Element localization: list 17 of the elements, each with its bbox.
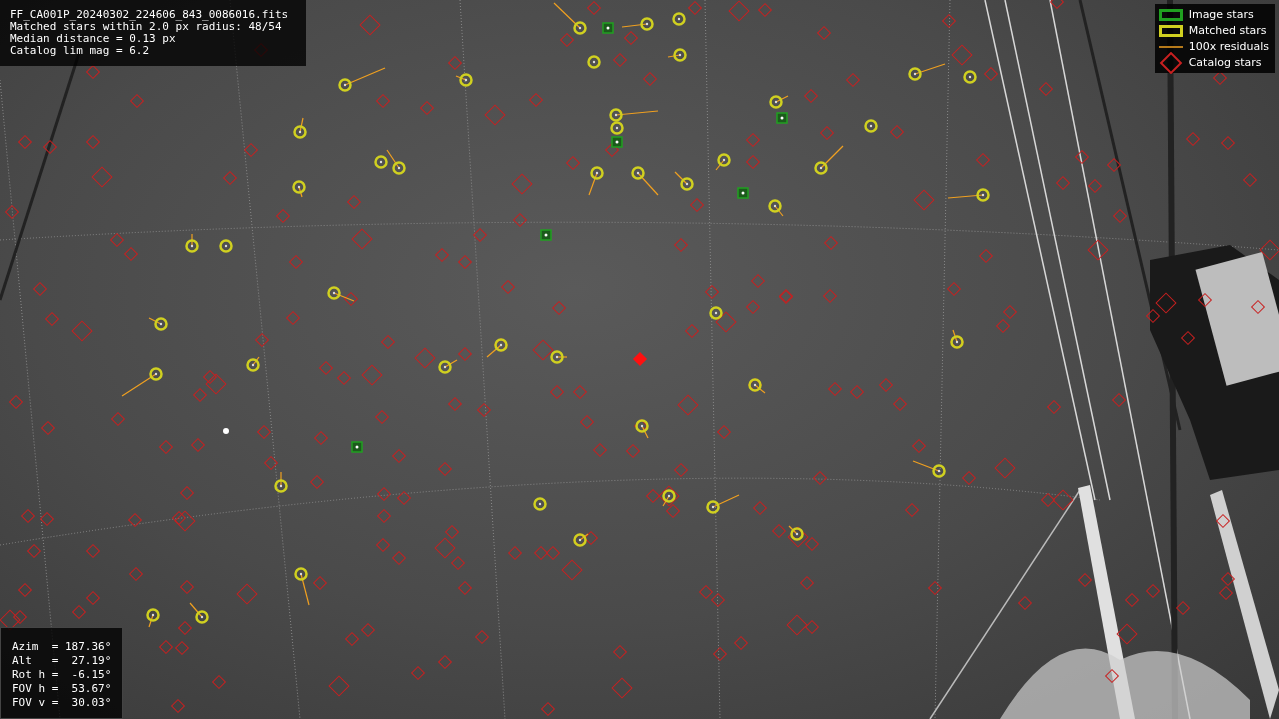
info-text: FF_CA001P_20240302_224606_843_0086016.fits xyxy=(10,9,290,21)
image-star-marker-icon xyxy=(1158,8,1183,21)
pointing-text: Rot h = -6.15° xyxy=(12,668,112,682)
catalog-star-diamond-icon xyxy=(1158,51,1183,74)
residual-line-icon xyxy=(1158,44,1183,49)
pointing-text: Azim = 187.36° xyxy=(12,640,112,654)
pointing-text: Alt = 27.19° xyxy=(12,654,112,668)
matched-star-marker-icon xyxy=(1158,24,1183,37)
legend-label: Image stars xyxy=(1188,8,1254,21)
legend-label: Catalog stars xyxy=(1188,56,1262,69)
pointing-text: FOV v = 30.03° xyxy=(12,696,112,710)
legend-label: Matched stars xyxy=(1188,24,1267,37)
pointing-text: FOV h = 53.67° xyxy=(12,682,112,696)
info-text: Matched stars within 2.0 px radius: 48/54 xyxy=(10,21,282,33)
info-text: Median distance = 0.13 px xyxy=(10,33,177,45)
legend-label: 100x residuals xyxy=(1188,40,1269,53)
info-text: Catalog lim mag = 6.2 xyxy=(10,45,151,57)
